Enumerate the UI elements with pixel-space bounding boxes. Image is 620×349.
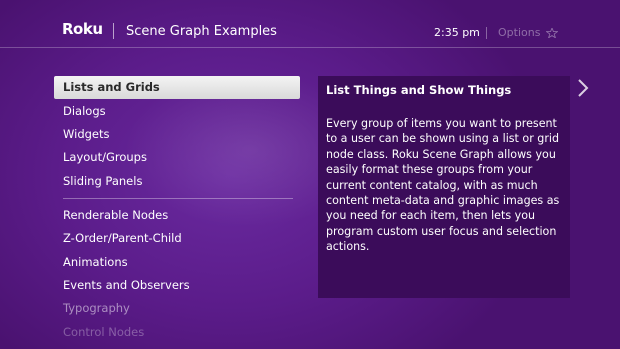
menu-divider [63,198,293,199]
clock: 2:35 pm [434,26,480,39]
chevron-right-icon[interactable] [577,78,589,98]
menu-item-layout-groups[interactable]: Layout/Groups [54,146,300,169]
menu-item-renderable-nodes[interactable]: Renderable Nodes [54,204,300,227]
menu-item-lists-and-grids[interactable]: Lists and Grids [54,76,300,99]
roku-logo: Roku [62,20,103,38]
description-panel: List Things and Show Things Every group … [318,76,570,298]
header-divider-right [486,27,487,39]
page-title: Scene Graph Examples [126,24,277,39]
menu-item-typography[interactable]: Typography [54,297,300,320]
menu-item-events-and-observers[interactable]: Events and Observers [54,274,300,297]
panel-description: Every group of items you want to present… [326,117,560,254]
top-bar: Roku Scene Graph Examples 2:35 pm Option… [0,0,620,48]
menu-item-dialogs[interactable]: Dialogs [54,100,300,123]
menu-item-animations[interactable]: Animations [54,251,300,274]
panel-title: List Things and Show Things [326,83,512,97]
menu-item-z-order-parent-child[interactable]: Z-Order/Parent-Child [54,227,300,250]
menu-item-sliding-panels[interactable]: Sliding Panels [54,170,300,193]
star-icon [546,28,558,38]
header-divider [113,23,114,39]
menu-item-widgets[interactable]: Widgets [54,123,300,146]
options-hint: Options [498,26,541,39]
menu-item-control-nodes[interactable]: Control Nodes [54,321,300,344]
